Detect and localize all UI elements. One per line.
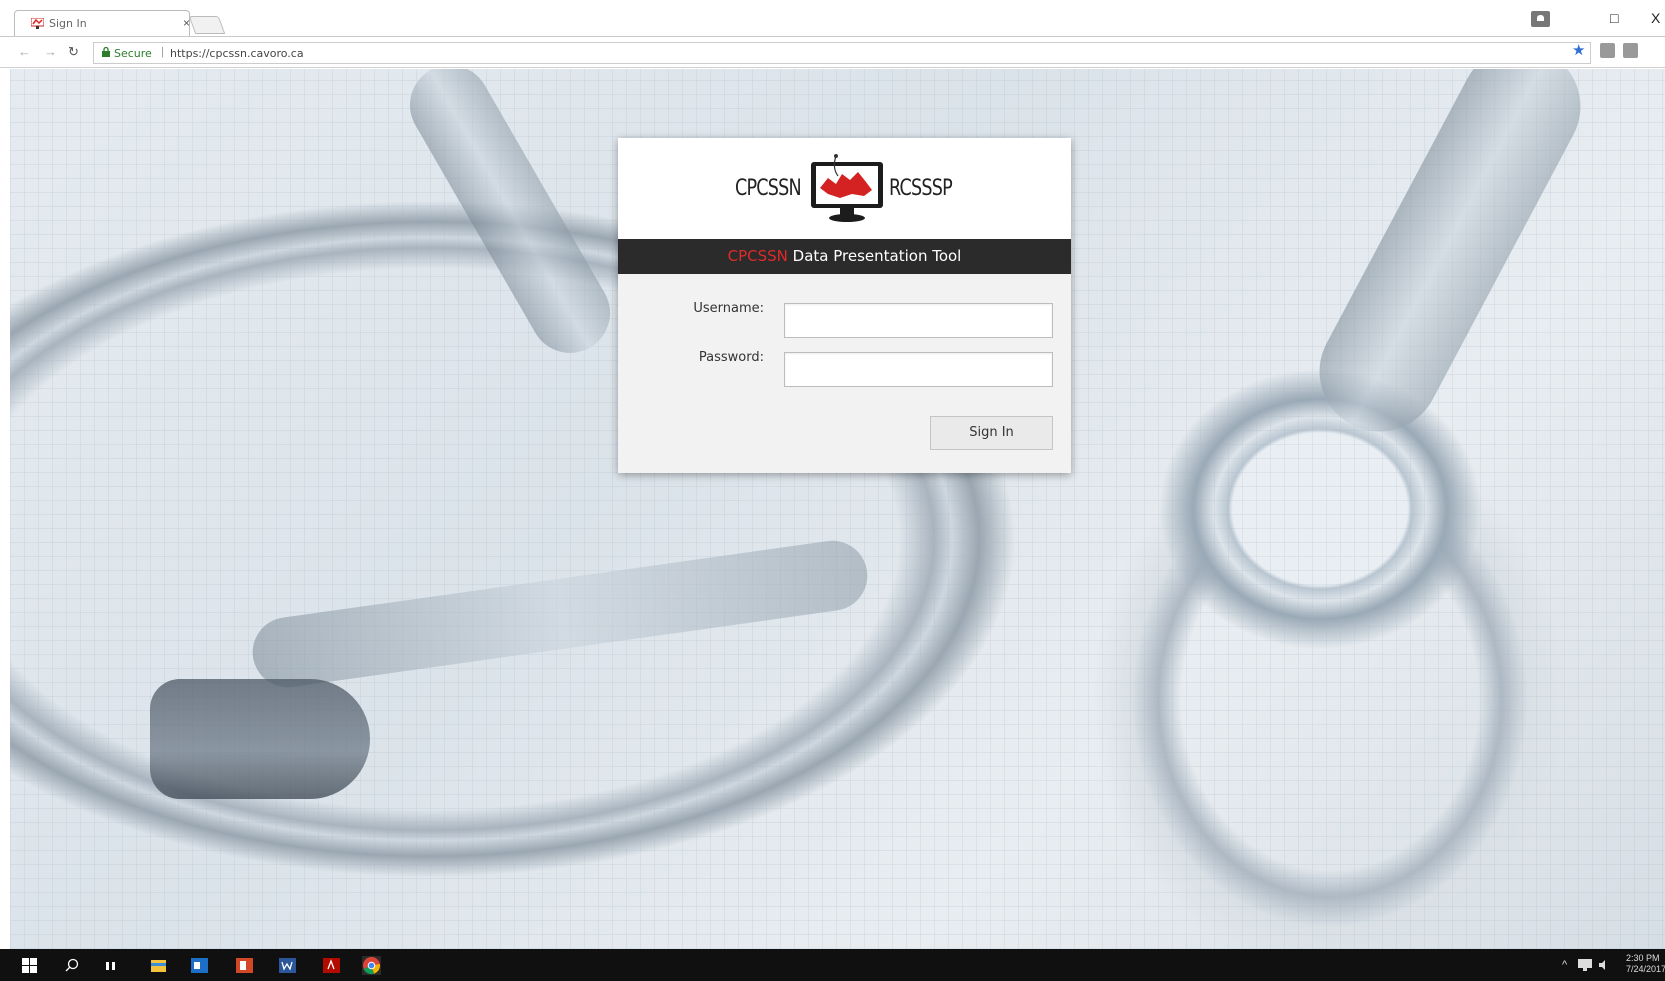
chrome-icon[interactable]: [362, 956, 381, 975]
taskbar-clock[interactable]: 2:30 PM 7/24/2017: [1626, 953, 1665, 975]
outlook-icon[interactable]: [191, 957, 208, 974]
volume-icon[interactable]: [1598, 959, 1610, 971]
browser-toolbar: ← → ↻ Secure | https://cpcssn.cavoro.ca: [0, 36, 1665, 68]
profile-icon[interactable]: [1531, 11, 1550, 27]
stethoscope-tube: [395, 69, 625, 368]
logo-text-right: RCSSSP: [889, 176, 953, 201]
browser-tab[interactable]: Sign In ×: [14, 10, 190, 36]
username-input[interactable]: [784, 303, 1053, 338]
extension-icon[interactable]: [1623, 43, 1638, 58]
stethoscope-tube: [1298, 69, 1602, 453]
sign-in-button[interactable]: Sign In: [930, 416, 1053, 450]
address-bar[interactable]: Secure | https://cpcssn.cavoro.ca: [93, 42, 1591, 64]
logo-area: CPCSSN RCSSSP: [618, 138, 1071, 239]
restore-window-icon[interactable]: □: [1610, 10, 1618, 26]
acrobat-icon[interactable]: [323, 957, 340, 974]
clock-time: 2:30 PM: [1626, 953, 1660, 963]
network-icon[interactable]: [1578, 959, 1592, 971]
powerpoint-icon[interactable]: [236, 957, 253, 974]
taskbar: ^ 2:30 PM 7/24/2017: [0, 949, 1665, 981]
password-input[interactable]: [784, 352, 1053, 387]
close-window-icon[interactable]: X: [1651, 10, 1660, 26]
password-label: Password:: [698, 350, 764, 365]
tab-title: Sign In: [49, 17, 87, 30]
stethoscope-tube: [248, 536, 872, 692]
browser-tabstrip: Sign In × □ X: [0, 0, 1665, 36]
banner-highlight: CPCSSN: [727, 247, 788, 265]
site-favicon-icon: [31, 18, 44, 29]
tray-chevron-icon[interactable]: ^: [1562, 959, 1567, 971]
extension-icon[interactable]: [1600, 43, 1615, 58]
forward-icon[interactable]: →: [44, 44, 57, 59]
back-icon[interactable]: ←: [18, 44, 31, 59]
secure-label: Secure: [114, 47, 152, 60]
url-text[interactable]: https://cpcssn.cavoro.ca: [170, 47, 304, 60]
lock-icon: [102, 47, 110, 57]
banner-title: Data Presentation Tool: [787, 247, 962, 265]
username-label: Username:: [693, 301, 764, 316]
new-tab-button[interactable]: [188, 16, 226, 34]
bookmark-star-icon[interactable]: ★: [1572, 41, 1585, 59]
logo-monitor-icon: [811, 154, 883, 222]
start-icon[interactable]: [22, 958, 37, 973]
clock-date: 7/24/2017: [1626, 964, 1665, 974]
task-view-icon[interactable]: [104, 957, 121, 974]
file-explorer-icon[interactable]: [150, 957, 167, 974]
logo-text-left: CPCSSN: [735, 176, 802, 201]
login-card: CPCSSN RCSSSP CPCSSN Data Presentation T…: [618, 138, 1071, 473]
search-icon[interactable]: [64, 957, 81, 974]
reload-icon[interactable]: ↻: [68, 44, 79, 60]
stethoscope-earpiece: [150, 679, 370, 799]
app-title-banner: CPCSSN Data Presentation Tool: [618, 239, 1071, 274]
address-separator: |: [161, 46, 164, 58]
word-icon[interactable]: [279, 957, 296, 974]
